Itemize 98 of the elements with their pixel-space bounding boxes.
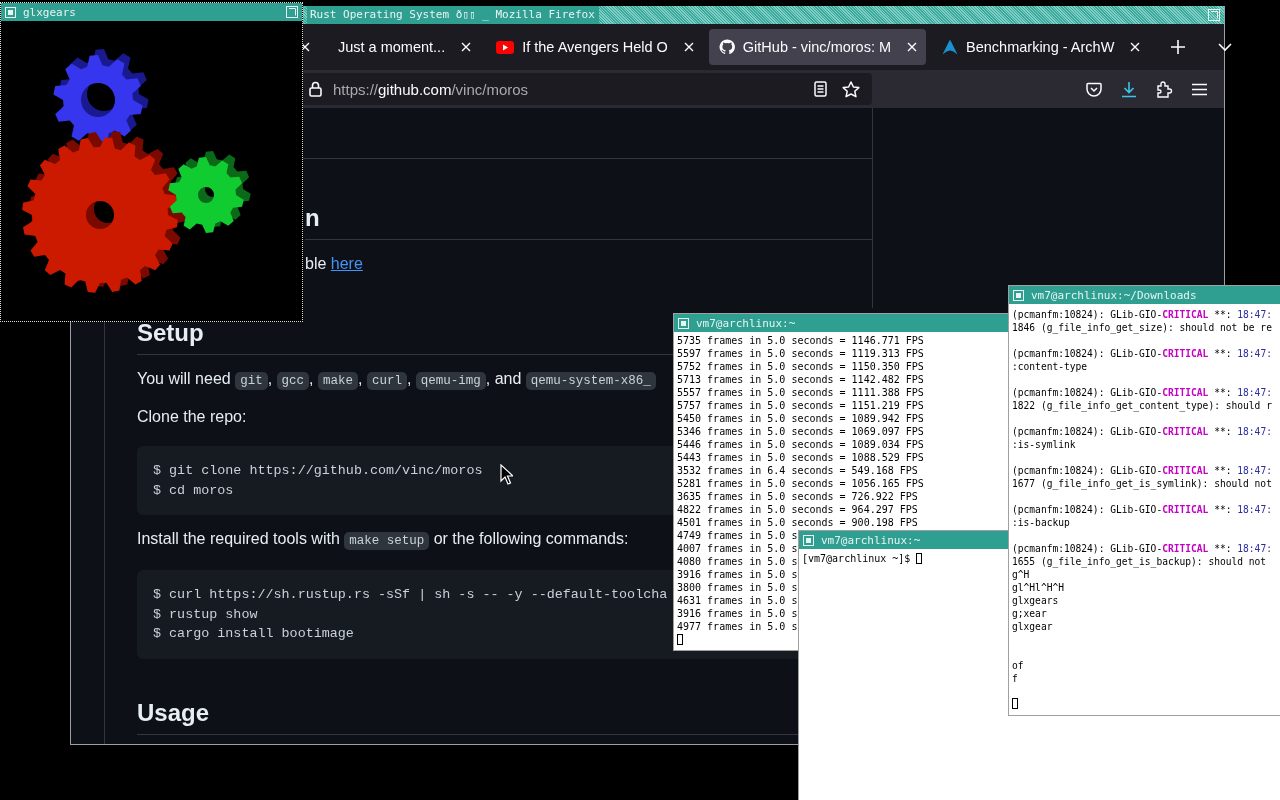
- terminal-line: 5450 frames in 5.0 seconds = 1089.942 FPS: [677, 412, 924, 425]
- terminal-line: (pcmanfm:10824): GLib-GIO-CRITICAL **: 18:47:: [1012, 542, 1272, 555]
- window-title: vm7@archlinux:~: [821, 533, 921, 547]
- terminal-line: f: [1012, 672, 1018, 685]
- paragraph: You will need git , gcc , make , curl , qemu-img , and qemu-system-x86_: [137, 367, 656, 393]
- terminal-line: 1822 (g_file_info_get_content_type): should r: [1012, 399, 1272, 412]
- inline-code: make setup: [344, 532, 430, 550]
- terminal-line: (pcmanfm:10824): GLib-GIO-CRITICAL **: 18:47:: [1012, 386, 1272, 399]
- code-line: $ cargo install bootimage: [153, 625, 354, 643]
- terminal-line: 5281 frames in 5.0 seconds = 1056.165 FPS: [677, 477, 924, 490]
- terminal-line: 1677 (g_file_info_get_is_symlink): should not: [1012, 477, 1272, 490]
- terminal-line: 3532 frames in 6.4 seconds = 549.168 FPS: [677, 464, 918, 477]
- text-cursor: [916, 553, 923, 564]
- cat-logo-icon: [718, 39, 735, 55]
- inline-code: git: [235, 372, 268, 390]
- terminal-line: 4749 frames in 5.0 s: [677, 529, 798, 542]
- lock-icon: [309, 81, 322, 97]
- terminal-line: 5752 frames in 5.0 seconds = 1150.350 FPS: [677, 360, 924, 373]
- url-text: https://github.com/vinc/moros: [333, 80, 530, 98]
- new-tab-icon[interactable]: [1171, 40, 1186, 54]
- peak-icon: [942, 39, 959, 55]
- terminal-line: 5557 frames in 5.0 seconds = 1111.388 FPS: [677, 386, 924, 399]
- inline-code: gcc: [276, 372, 310, 390]
- window-menu-icon[interactable]: [803, 534, 814, 546]
- terminal-line: 3800 frames in 5.0 s: [677, 581, 798, 594]
- mouse-pointer-icon: [500, 464, 513, 485]
- terminal-line: (pcmanfm:10824): GLib-GIO-CRITICAL **: 18:47:: [1012, 464, 1272, 477]
- paragraph: Install the required tools with make setup or the following commands:: [137, 529, 629, 552]
- text-cursor: [677, 634, 683, 645]
- code-line: $ cd moros: [153, 481, 234, 500]
- star-icon[interactable]: [842, 80, 860, 98]
- text-cursor: [1012, 698, 1018, 709]
- terminal-line: (pcmanfm:10824): GLib-GIO-CRITICAL **: 18:47:: [1012, 308, 1272, 321]
- terminal-line: :content-type: [1012, 360, 1088, 373]
- browser-tab[interactable]: Benchmarking - ArchW: [932, 29, 1150, 65]
- terminal-line: (pcmanfm:10824): GLib-GIO-CRITICAL **: 18:47:: [1012, 503, 1272, 516]
- terminal-line: :is-symlink: [1012, 438, 1076, 451]
- maximize-icon[interactable]: [286, 6, 298, 18]
- inline-code: curl: [366, 372, 407, 390]
- inline-code: qemu-img: [415, 372, 486, 390]
- menu-icon[interactable]: [1192, 82, 1207, 96]
- terminal-line: :is-backup: [1012, 516, 1070, 529]
- address-field[interactable]: https://github.com/vinc/moros: [300, 73, 872, 105]
- terminal-line: 4822 frames in 5.0 seconds = 964.297 FPS: [677, 503, 918, 516]
- maximize-icon[interactable]: [1208, 9, 1220, 21]
- browser-tab[interactable]: If the Avengers Held O: [486, 29, 703, 65]
- terminal-line: g;xear: [1012, 607, 1047, 620]
- terminal-line: 1655 (g_file_info_get_is_backup): should not: [1012, 555, 1267, 568]
- paragraph: ble here: [305, 254, 363, 274]
- terminal-line: 5713 frames in 5.0 seconds = 1142.482 FPS: [677, 373, 924, 386]
- terminal-line: 4977 frames in 5.0 s: [677, 620, 798, 633]
- document-icon[interactable]: [814, 81, 827, 97]
- terminal-line: of: [1012, 659, 1024, 672]
- close-icon[interactable]: [907, 42, 918, 52]
- inline-code: qemu-system-x86_: [525, 372, 656, 390]
- terminal-line: 4007 frames in 5.0 s: [677, 542, 798, 555]
- close-icon[interactable]: [1130, 42, 1141, 52]
- terminal-line: glxgears: [1012, 594, 1059, 607]
- terminal-line: g^H: [1012, 568, 1030, 581]
- window-title: vm7@archlinux:~: [696, 316, 796, 330]
- terminal-line: 4080 frames in 5.0 s: [677, 555, 798, 568]
- browser-tab[interactable]: GitHub - vinc/moros: M: [708, 29, 927, 65]
- chevron-down-icon[interactable]: [1218, 42, 1233, 52]
- link[interactable]: here: [330, 255, 363, 272]
- code-line: $ rustup show: [153, 605, 258, 624]
- terminal-line: gl^Hl^H^H: [1012, 581, 1064, 594]
- terminal-line: 4631 frames in 5.0 s: [677, 594, 798, 607]
- terminal-line: 3916 frames in 5.0 s: [677, 607, 798, 620]
- terminal-line: 3635 frames in 5.0 seconds = 726.922 FPS: [677, 490, 918, 503]
- window-title: glxgears: [23, 5, 76, 19]
- terminal-line: (pcmanfm:10824): GLib-GIO-CRITICAL **: 18:47:: [1012, 425, 1272, 438]
- browser-tab[interactable]: Just a moment...: [328, 29, 481, 65]
- paragraph: Clone the repo:: [137, 407, 247, 427]
- close-icon[interactable]: [683, 42, 694, 52]
- terminal-text: [vm7@archlinux ~]$: [802, 552, 912, 565]
- window-title: Rust Operating System ð▯▯ _ Mozilla Firefox: [307, 6, 599, 24]
- window-title: vm7@archlinux:~/Downloads: [1031, 288, 1197, 302]
- terminal-line: 3916 frames in 5.0 s: [677, 568, 798, 581]
- close-icon[interactable]: [461, 42, 472, 52]
- terminal-line: 5443 frames in 5.0 seconds = 1088.529 FPS: [677, 451, 924, 464]
- window-menu-icon[interactable]: [678, 317, 689, 329]
- inline-code: make: [317, 372, 358, 390]
- terminal-line: 5446 frames in 5.0 seconds = 1089.034 FPS: [677, 438, 924, 451]
- terminal-line: 1846 (g_file_info_get_size): should not be re: [1012, 321, 1272, 334]
- pocket-icon[interactable]: [1086, 81, 1102, 97]
- download-icon[interactable]: [1121, 80, 1137, 98]
- play-icon: [496, 40, 515, 54]
- puzzle-icon[interactable]: [1156, 80, 1173, 98]
- terminal-line: 5757 frames in 5.0 seconds = 1151.219 FPS: [677, 399, 924, 412]
- code-line: $ curl https://sh.rustup.rs -sSf | sh -s -- -y --default-toolcha: [153, 586, 668, 604]
- terminal-line: 4501 frames in 5.0 seconds = 900.198 FPS: [677, 516, 918, 529]
- terminal-line: 5346 frames in 5.0 seconds = 1069.097 FPS: [677, 425, 924, 438]
- terminal-line: glxgear: [1012, 620, 1053, 633]
- window-menu-icon[interactable]: [1013, 289, 1024, 301]
- window-menu-icon[interactable]: [5, 6, 16, 18]
- terminal-line: (pcmanfm:10824): GLib-GIO-CRITICAL **: 18:47:: [1012, 347, 1272, 360]
- section-heading: n: [305, 203, 872, 240]
- code-line: $ git clone https://github.com/vinc/moros: [153, 462, 483, 480]
